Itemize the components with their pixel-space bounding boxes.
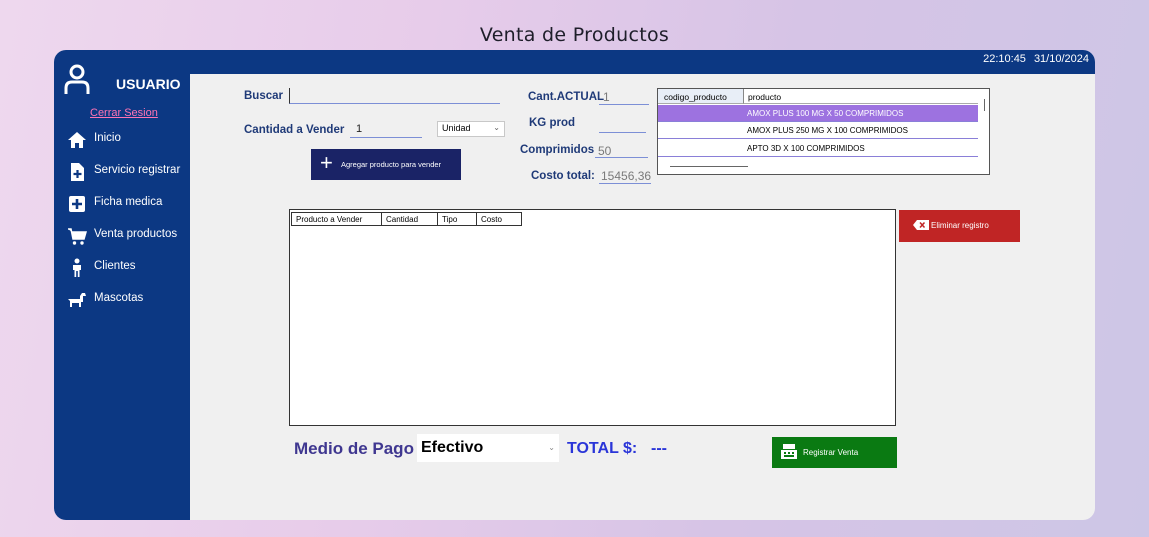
- logout-link[interactable]: Cerrar Sesion: [90, 107, 158, 119]
- cant-actual-underline: [599, 104, 649, 105]
- column-header-costo[interactable]: Costo: [477, 212, 522, 226]
- chevron-down-icon: ⌄: [548, 443, 555, 452]
- payment-select[interactable]: Efectivo ⌄: [417, 434, 559, 462]
- vertical-scrollbar[interactable]: [984, 99, 985, 111]
- page-title: Venta de Productos: [479, 24, 670, 46]
- column-header-producto[interactable]: producto: [744, 89, 978, 104]
- search-label: Buscar: [244, 90, 283, 102]
- sidebar-item-label: Venta productos: [94, 228, 178, 240]
- total-value: ---: [651, 440, 667, 457]
- sidebar-item-servicio-registrar[interactable]: Servicio registrar: [54, 160, 190, 192]
- comprimidos-value: 50: [598, 144, 612, 158]
- delete-record-label: Eliminar registro: [931, 221, 989, 230]
- costo-value: 15456,36: [601, 169, 652, 183]
- sidebar-nav: Inicio Servicio registrar Ficha medica V…: [54, 128, 190, 320]
- product-name: AMOX PLUS 250 MG X 100 COMPRIMIDOS: [747, 126, 908, 135]
- register-sale-button[interactable]: Registrar Venta: [772, 437, 897, 468]
- product-name: AMOX PLUS 100 MG X 50 COMPRIMIDOS: [747, 109, 904, 118]
- sidebar-item-clientes[interactable]: Clientes: [54, 256, 190, 288]
- row-divider: [658, 138, 978, 139]
- sidebar-item-venta-productos[interactable]: Venta productos: [54, 224, 190, 256]
- payment-select-value: Efectivo: [421, 439, 484, 456]
- product-name: APTO 3D X 100 COMPRIMIDOS: [747, 144, 865, 153]
- costo-label: Costo total:: [531, 170, 595, 182]
- person-icon: [73, 258, 81, 277]
- kg-underline: [599, 132, 646, 133]
- user-label: USUARIO: [116, 76, 181, 92]
- file-add-icon: [71, 163, 84, 181]
- sidebar-item-label: Inicio: [94, 132, 121, 144]
- cant-actual-value: 1: [603, 90, 610, 104]
- column-header-tipo[interactable]: Tipo: [438, 212, 477, 226]
- payment-label: Medio de Pago: [294, 439, 414, 458]
- sidebar-item-label: Servicio registrar: [94, 164, 181, 176]
- delete-icon: [913, 220, 929, 230]
- unit-select-value: Unidad: [442, 123, 471, 133]
- comprimidos-label: Comprimidos: [520, 144, 595, 156]
- medical-record-icon: [69, 196, 85, 212]
- add-product-label: Agregar producto para vender: [341, 160, 442, 169]
- top-bar: 22:10:45 31/10/2024: [190, 50, 1095, 74]
- cart-icon: [68, 228, 87, 245]
- sidebar-item-inicio[interactable]: Inicio: [54, 128, 190, 160]
- home-icon: [68, 132, 86, 148]
- clock-time: 22:10:45: [983, 53, 1026, 65]
- user-icon: [64, 64, 90, 94]
- unit-select[interactable]: Unidad ⌄: [437, 121, 505, 137]
- product-row[interactable]: AMOX PLUS 250 MG X 100 COMPRIMIDOS: [658, 122, 978, 139]
- sidebar-item-mascotas[interactable]: Mascotas: [54, 288, 190, 320]
- cart-table[interactable]: Producto a Vender Cantidad Tipo Costo: [289, 209, 896, 426]
- cant-actual-label: Cant.ACTUAL: [528, 91, 605, 103]
- comprimidos-underline: [595, 157, 648, 158]
- product-row[interactable]: AMOX PLUS 100 MG X 50 COMPRIMIDOS: [658, 105, 978, 122]
- register-sale-label: Registrar Venta: [803, 448, 859, 457]
- qty-label: Cantidad a Vender: [244, 124, 345, 136]
- delete-record-button[interactable]: Eliminar registro: [899, 210, 1020, 242]
- column-header-producto-vender[interactable]: Producto a Vender: [291, 212, 382, 226]
- plus-icon: +: [320, 150, 333, 175]
- dog-icon: [68, 293, 86, 307]
- qty-input[interactable]: 1: [356, 123, 362, 135]
- product-grid-header: codigo_producto producto: [658, 89, 978, 105]
- search-input[interactable]: [289, 88, 500, 104]
- product-grid[interactable]: codigo_producto producto AMOX PLUS 100 M…: [657, 88, 990, 175]
- sidebar-item-label: Ficha medica: [94, 196, 163, 208]
- horizontal-scrollbar[interactable]: [670, 166, 748, 167]
- product-row[interactable]: APTO 3D X 100 COMPRIMIDOS: [658, 140, 978, 157]
- column-header-cantidad[interactable]: Cantidad: [382, 212, 438, 226]
- kg-label: KG prod: [529, 117, 575, 129]
- app-window: USUARIO Cerrar Sesion Inicio Servicio re…: [54, 50, 1095, 520]
- qty-underline: [350, 137, 422, 138]
- add-product-button[interactable]: + Agregar producto para vender: [311, 149, 461, 180]
- chevron-down-icon: ⌄: [493, 123, 500, 132]
- cash-register-icon: [781, 444, 797, 459]
- clock: 22:10:45 31/10/2024: [975, 53, 1089, 65]
- sidebar: USUARIO Cerrar Sesion Inicio Servicio re…: [54, 50, 190, 520]
- sidebar-item-label: Clientes: [94, 260, 136, 272]
- clock-date: 31/10/2024: [1033, 53, 1089, 65]
- sidebar-item-ficha-medica[interactable]: Ficha medica: [54, 192, 190, 224]
- costo-underline: [599, 183, 651, 184]
- total-label: TOTAL $:: [567, 440, 638, 457]
- row-divider: [658, 156, 978, 157]
- column-header-codigo[interactable]: codigo_producto: [658, 89, 744, 104]
- sidebar-item-label: Mascotas: [94, 292, 144, 304]
